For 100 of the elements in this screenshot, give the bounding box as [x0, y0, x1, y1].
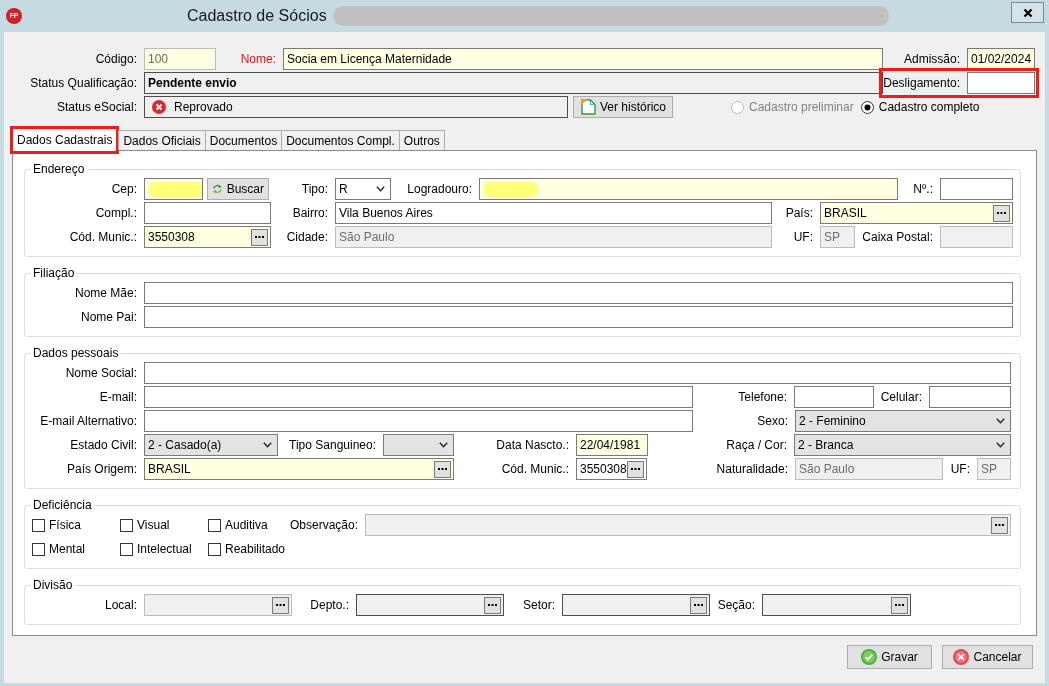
checkbox-option[interactable]: Física [32, 518, 120, 532]
checkbox-option[interactable]: Auditiva [208, 518, 290, 532]
text-field[interactable] [967, 72, 1035, 94]
lookup-button[interactable] [627, 460, 644, 478]
field-label: Raça / Cor: [725, 438, 788, 452]
text-field[interactable] [479, 178, 898, 200]
group-title: Deficiência [32, 498, 93, 512]
lookup-button[interactable] [690, 596, 707, 614]
lookup-field[interactable]: 3550308 [576, 458, 647, 480]
close-icon [1022, 7, 1033, 18]
text-field[interactable] [929, 386, 1011, 408]
text-field[interactable]: 01/02/2024 [967, 48, 1035, 70]
field-label: Cidade: [285, 230, 329, 244]
field-label: Nome Social: [64, 366, 138, 380]
field-label: Sexo: [756, 414, 789, 428]
lookup-button[interactable] [484, 596, 501, 614]
group-title: Divisão [32, 578, 74, 592]
field-label: Nome Pai: [79, 310, 138, 324]
field-label: E-mail Alternativo: [39, 414, 138, 428]
checkbox-option[interactable]: Reabilitado [208, 542, 290, 556]
text-field[interactable] [144, 282, 1013, 304]
combo-box[interactable]: R [335, 178, 391, 200]
field-label: Cód. Munic.: [500, 462, 570, 476]
chevron-down-icon [996, 418, 1005, 424]
text-field[interactable] [144, 306, 1013, 328]
field-label: Local: [103, 598, 138, 612]
status-field[interactable]: Reprovado [144, 96, 568, 118]
tab[interactable]: Dados Oficiais [118, 130, 206, 150]
lookup-button[interactable] [434, 460, 451, 478]
dropdown-field[interactable]: 2 - Branca [794, 434, 1011, 456]
field-label: Depto.: [309, 598, 350, 612]
dropdown-field[interactable] [383, 434, 454, 456]
field-label: Estado Civil: [69, 438, 138, 452]
document-icon [580, 99, 596, 115]
field-label: Código: [94, 52, 138, 66]
text-field[interactable] [144, 386, 693, 408]
cancel-button[interactable]: Cancelar [942, 645, 1033, 669]
text-field[interactable] [144, 202, 271, 224]
lookup-field[interactable]: BRASIL [144, 458, 454, 480]
field-label: Seção: [716, 598, 756, 612]
group-title: Dados pessoais [32, 346, 120, 360]
lookup-field[interactable]: BRASIL [820, 202, 1013, 224]
field-label: Tipo Sanguineo: [288, 438, 377, 452]
field-label: Compl.: [94, 206, 138, 220]
field-label: Setor: [522, 598, 556, 612]
lookup-field[interactable] [562, 594, 710, 616]
lookup-button[interactable] [891, 596, 908, 614]
checkbox-option[interactable]: Intelectual [120, 542, 208, 556]
radio-option[interactable]: Cadastro completo [860, 100, 980, 114]
field-label: Admissão: [902, 52, 961, 66]
field-label: Desligamento: [883, 76, 961, 90]
checkbox-option[interactable]: Visual [120, 518, 208, 532]
lookup-field[interactable] [356, 594, 504, 616]
chevron-down-icon [376, 186, 385, 192]
field-label: Status Qualificação: [29, 76, 138, 90]
field-label: Caixa Postal: [861, 230, 934, 244]
text-field[interactable]: Socia em Licença Maternidade [283, 48, 883, 70]
field-label: Bairro: [291, 206, 329, 220]
lookup-button[interactable] [993, 204, 1010, 222]
checkbox-option[interactable]: Mental [32, 542, 120, 556]
text-field[interactable] [144, 362, 1011, 384]
x-circle-icon [953, 649, 970, 665]
lookup-field[interactable]: 3550308 [144, 226, 271, 248]
field-label: Nº.: [912, 182, 934, 196]
text-field[interactable]: 22/04/1981 [576, 434, 648, 456]
field-label: Observação: [290, 518, 360, 532]
field-label: Celular: [879, 390, 923, 404]
status-field[interactable]: Pendente envio [144, 72, 883, 94]
field-label: UF: [792, 230, 814, 244]
field-label: Cód. Munic.: [68, 230, 138, 244]
tab[interactable]: Documentos Compl. [281, 130, 400, 150]
history-button[interactable]: Ver histórico [573, 96, 673, 118]
group-title: Endereço [32, 162, 86, 176]
text-field[interactable]: Vila Buenos Aires [335, 202, 772, 224]
group-title: Filiação [32, 266, 76, 280]
close-button[interactable] [1011, 2, 1044, 23]
chevron-down-icon [439, 442, 448, 448]
dropdown-field[interactable]: 2 - Feminino [795, 410, 1011, 432]
field-label: Logradouro: [406, 182, 473, 196]
field-label: UF: [949, 462, 971, 476]
tab[interactable]: Outros [398, 130, 445, 150]
search-button[interactable]: Buscar [207, 178, 269, 200]
field-label: Telefone: [737, 390, 788, 404]
window-title: Cadastro de Sócios [187, 6, 327, 26]
chevron-down-icon [263, 442, 272, 448]
chevron-down-icon [996, 442, 1005, 448]
text-field[interactable] [144, 410, 693, 432]
lookup-button[interactable] [251, 228, 268, 246]
field-label: Naturalidade: [715, 462, 789, 476]
confirm-button[interactable]: Gravar [847, 645, 932, 669]
error-icon [152, 100, 166, 114]
lookup-field[interactable] [762, 594, 911, 616]
field-label: Data Nascto.: [495, 438, 570, 452]
tab[interactable]: Dados Cadastrais [10, 126, 120, 154]
field-label: País: [784, 206, 814, 220]
text-field[interactable] [794, 386, 874, 408]
text-field[interactable] [940, 178, 1013, 200]
field-label: Status eSocial: [55, 100, 138, 114]
dropdown-field[interactable]: 2 - Casado(a) [144, 434, 278, 456]
field-label: Nome: [239, 52, 277, 66]
